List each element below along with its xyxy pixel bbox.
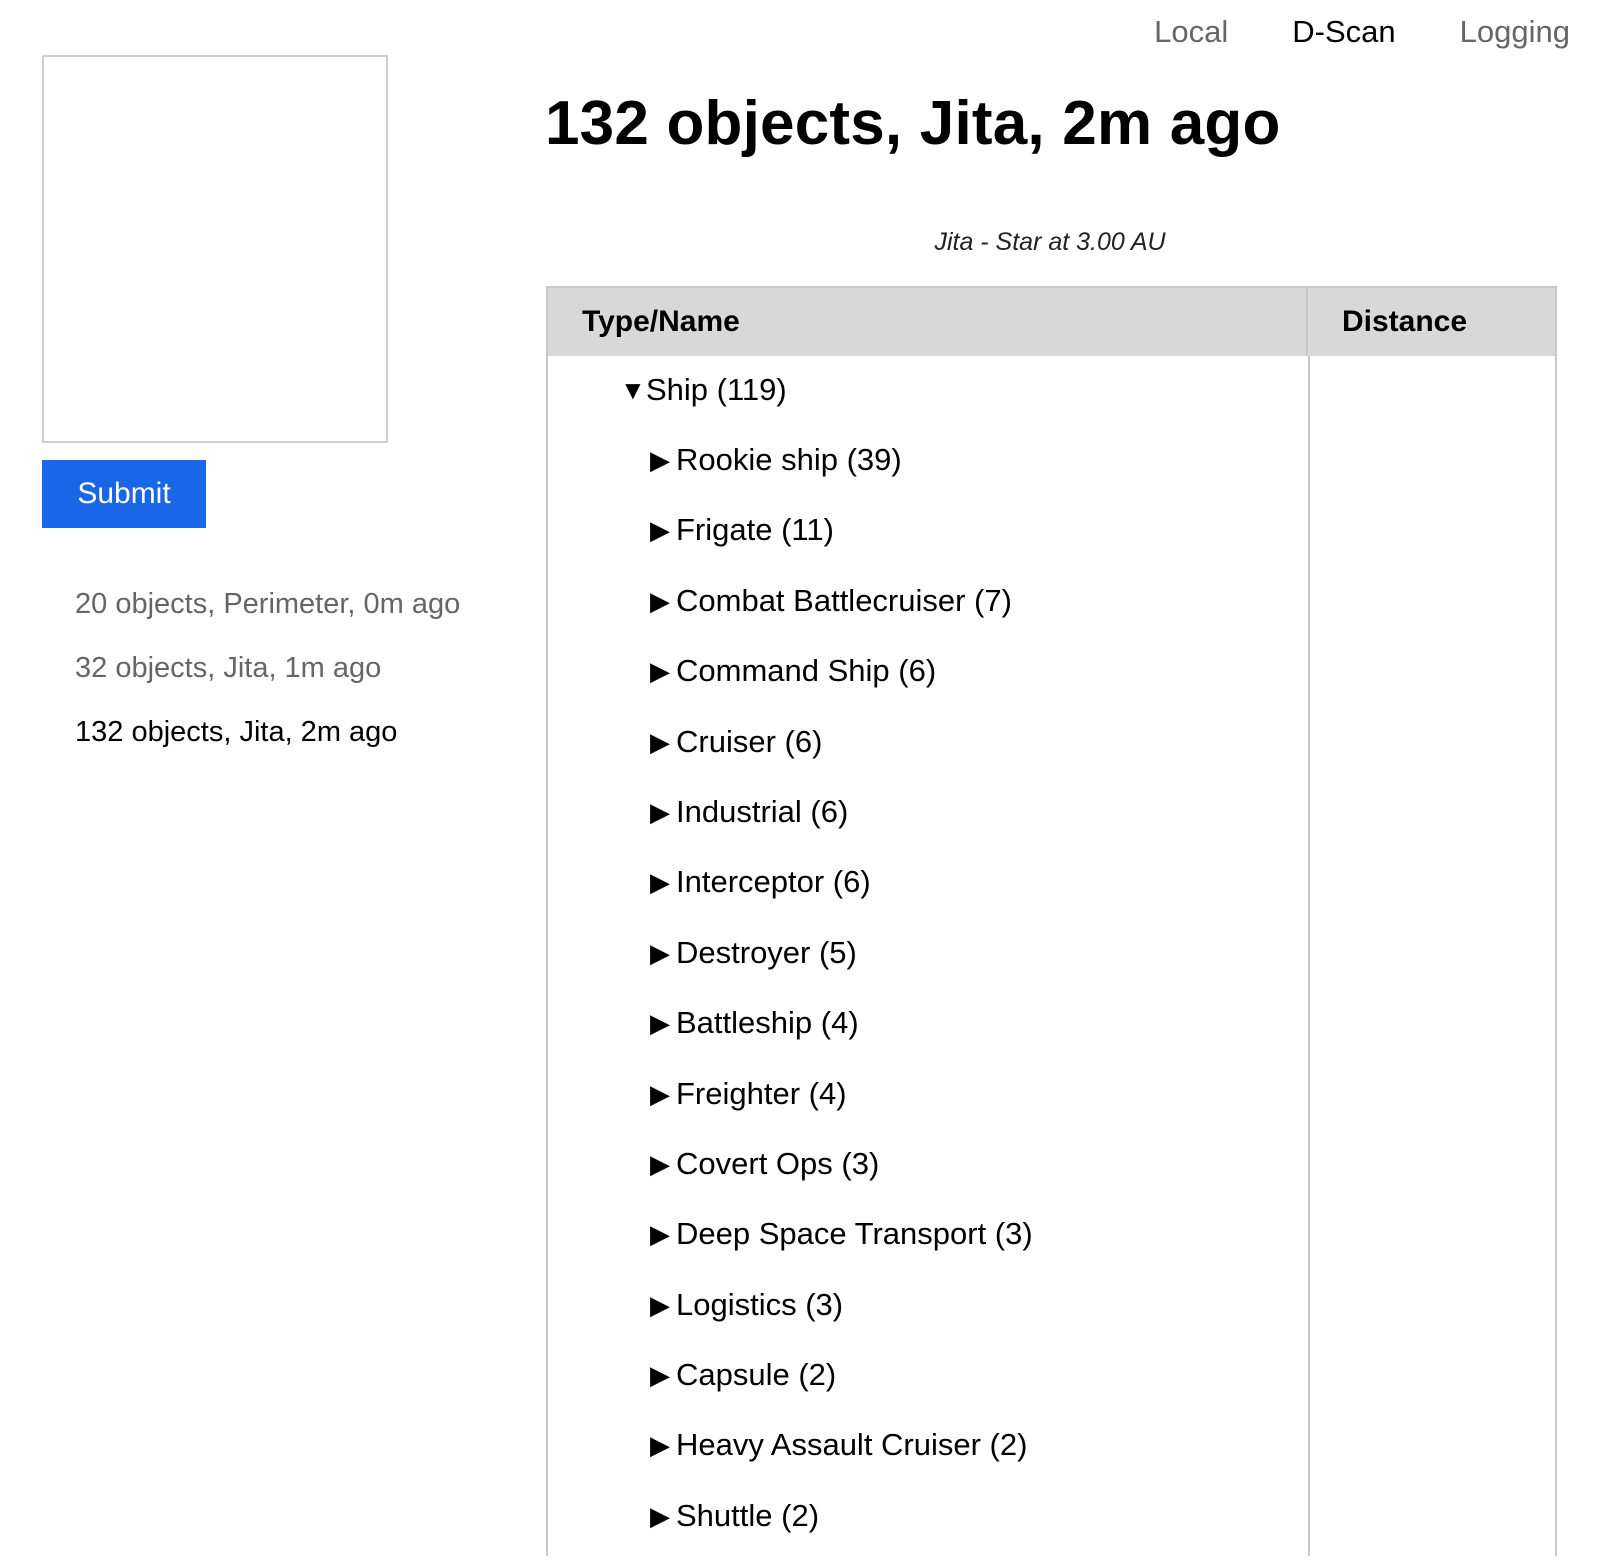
history-item[interactable]: 20 objects, Perimeter, 0m ago	[75, 572, 460, 636]
tree-row[interactable]: ▶ Heavy Assault Cruiser (2)	[650, 1425, 1033, 1495]
tree-group-ship[interactable]: ▼ Ship (119)	[620, 370, 787, 410]
triangle-right-icon: ▶	[650, 937, 670, 968]
tree-row[interactable]: ▶ Destroyer (5)	[650, 933, 1033, 1003]
tree-row[interactable]: ▶ Combat Battlecruiser (7)	[650, 581, 1033, 651]
triangle-right-icon: ▶	[650, 1360, 670, 1391]
triangle-right-icon: ▶	[650, 515, 670, 546]
tree-row[interactable]: ▶ Shuttle (2)	[650, 1496, 1033, 1566]
tree-row-label: Command Ship (6)	[676, 653, 937, 689]
history-item[interactable]: 132 objects, Jita, 2m ago	[75, 700, 460, 764]
triangle-down-icon: ▼	[620, 375, 646, 405]
tree-row-label: Destroyer (5)	[676, 934, 857, 970]
tree-row[interactable]: ▶ Logistics (3)	[650, 1285, 1033, 1355]
triangle-right-icon: ▶	[650, 585, 670, 616]
column-divider	[1308, 356, 1310, 1556]
triangle-right-icon: ▶	[650, 1078, 670, 1109]
tree-row[interactable]: ▶ Rookie ship (39)	[650, 440, 1033, 510]
triangle-right-icon: ▶	[650, 1430, 670, 1461]
tree-row[interactable]: ▶ Deep Space Transport (3)	[650, 1214, 1033, 1284]
tree-row-label: Freighter (4)	[676, 1075, 847, 1111]
triangle-right-icon: ▶	[650, 1008, 670, 1039]
triangle-right-icon: ▶	[650, 1148, 670, 1179]
scan-subtitle: Jita - Star at 3.00 AU	[934, 228, 1166, 256]
nav-logging-link[interactable]: Logging	[1460, 12, 1570, 52]
tree-row-label: Frigate (11)	[676, 512, 834, 548]
scan-tree-table: Type/Name Distance ▼ Ship (119) ▶ Rookie …	[546, 286, 1557, 1556]
tree-row-label: Cruiser (6)	[676, 723, 823, 759]
tree-row[interactable]: ▶ Frigate (11)	[650, 510, 1033, 580]
column-header-type-name: Type/Name	[548, 288, 1308, 356]
tree-row-label: Interceptor (6)	[676, 864, 871, 900]
tree-row-label: Battleship (4)	[676, 1005, 859, 1041]
history-item[interactable]: 32 objects, Jita, 1m ago	[75, 636, 460, 700]
tree-row-label: Heavy Assault Cruiser (2)	[676, 1427, 1028, 1463]
tree-row[interactable]: ▶ Command Ship (6)	[650, 651, 1033, 721]
nav-local-link[interactable]: Local	[1154, 12, 1228, 52]
tree-row-label: Industrial (6)	[676, 793, 849, 829]
nav-dscan-link[interactable]: D-Scan	[1292, 12, 1395, 52]
tree-row-label: Shuttle (2)	[676, 1497, 820, 1533]
scan-paste-input[interactable]	[42, 55, 388, 443]
tree-row-label: Rookie ship (39)	[676, 442, 902, 477]
tree-row[interactable]: ▶ Industrial (6)	[650, 792, 1033, 862]
tree-row[interactable]: ▶ Battleship (4)	[650, 1003, 1033, 1073]
tree-row-label: Capsule (2)	[676, 1357, 837, 1393]
triangle-right-icon: ▶	[650, 867, 670, 898]
table-header: Type/Name Distance	[548, 288, 1555, 356]
submit-button[interactable]: Submit	[42, 460, 206, 528]
tree-group-label: Ship (119)	[646, 372, 787, 407]
scan-history-list: 20 objects, Perimeter, 0m ago 32 objects,…	[75, 572, 460, 764]
top-nav: Local D-Scan Logging	[1090, 12, 1570, 52]
page-title: 132 objects, Jita, 2m ago	[545, 89, 1281, 158]
tree-row-label: Combat Battlecruiser (7)	[676, 582, 1012, 618]
tree-children: ▶ Rookie ship (39) ▶ Frigate (11) ▶ Combat Ba…	[650, 440, 1033, 1566]
triangle-right-icon: ▶	[650, 445, 670, 475]
tree-row[interactable]: ▶ Cruiser (6)	[650, 722, 1033, 792]
tree-row[interactable]: ▶ Interceptor (6)	[650, 862, 1033, 932]
tree-row-label: Deep Space Transport (3)	[676, 1216, 1033, 1252]
tree-row[interactable]: ▶ Covert Ops (3)	[650, 1144, 1033, 1214]
triangle-right-icon: ▶	[650, 1219, 670, 1250]
triangle-right-icon: ▶	[650, 726, 670, 757]
triangle-right-icon: ▶	[650, 1289, 670, 1320]
triangle-right-icon: ▶	[650, 796, 670, 827]
tree-row[interactable]: ▶ Freighter (4)	[650, 1074, 1033, 1144]
tree-row-label: Logistics (3)	[676, 1286, 844, 1322]
triangle-right-icon: ▶	[650, 1500, 670, 1531]
column-header-distance: Distance	[1342, 305, 1468, 338]
tree-row[interactable]: ▶ Capsule (2)	[650, 1355, 1033, 1425]
tree-row-label: Covert Ops (3)	[676, 1145, 880, 1181]
triangle-right-icon: ▶	[650, 656, 670, 687]
